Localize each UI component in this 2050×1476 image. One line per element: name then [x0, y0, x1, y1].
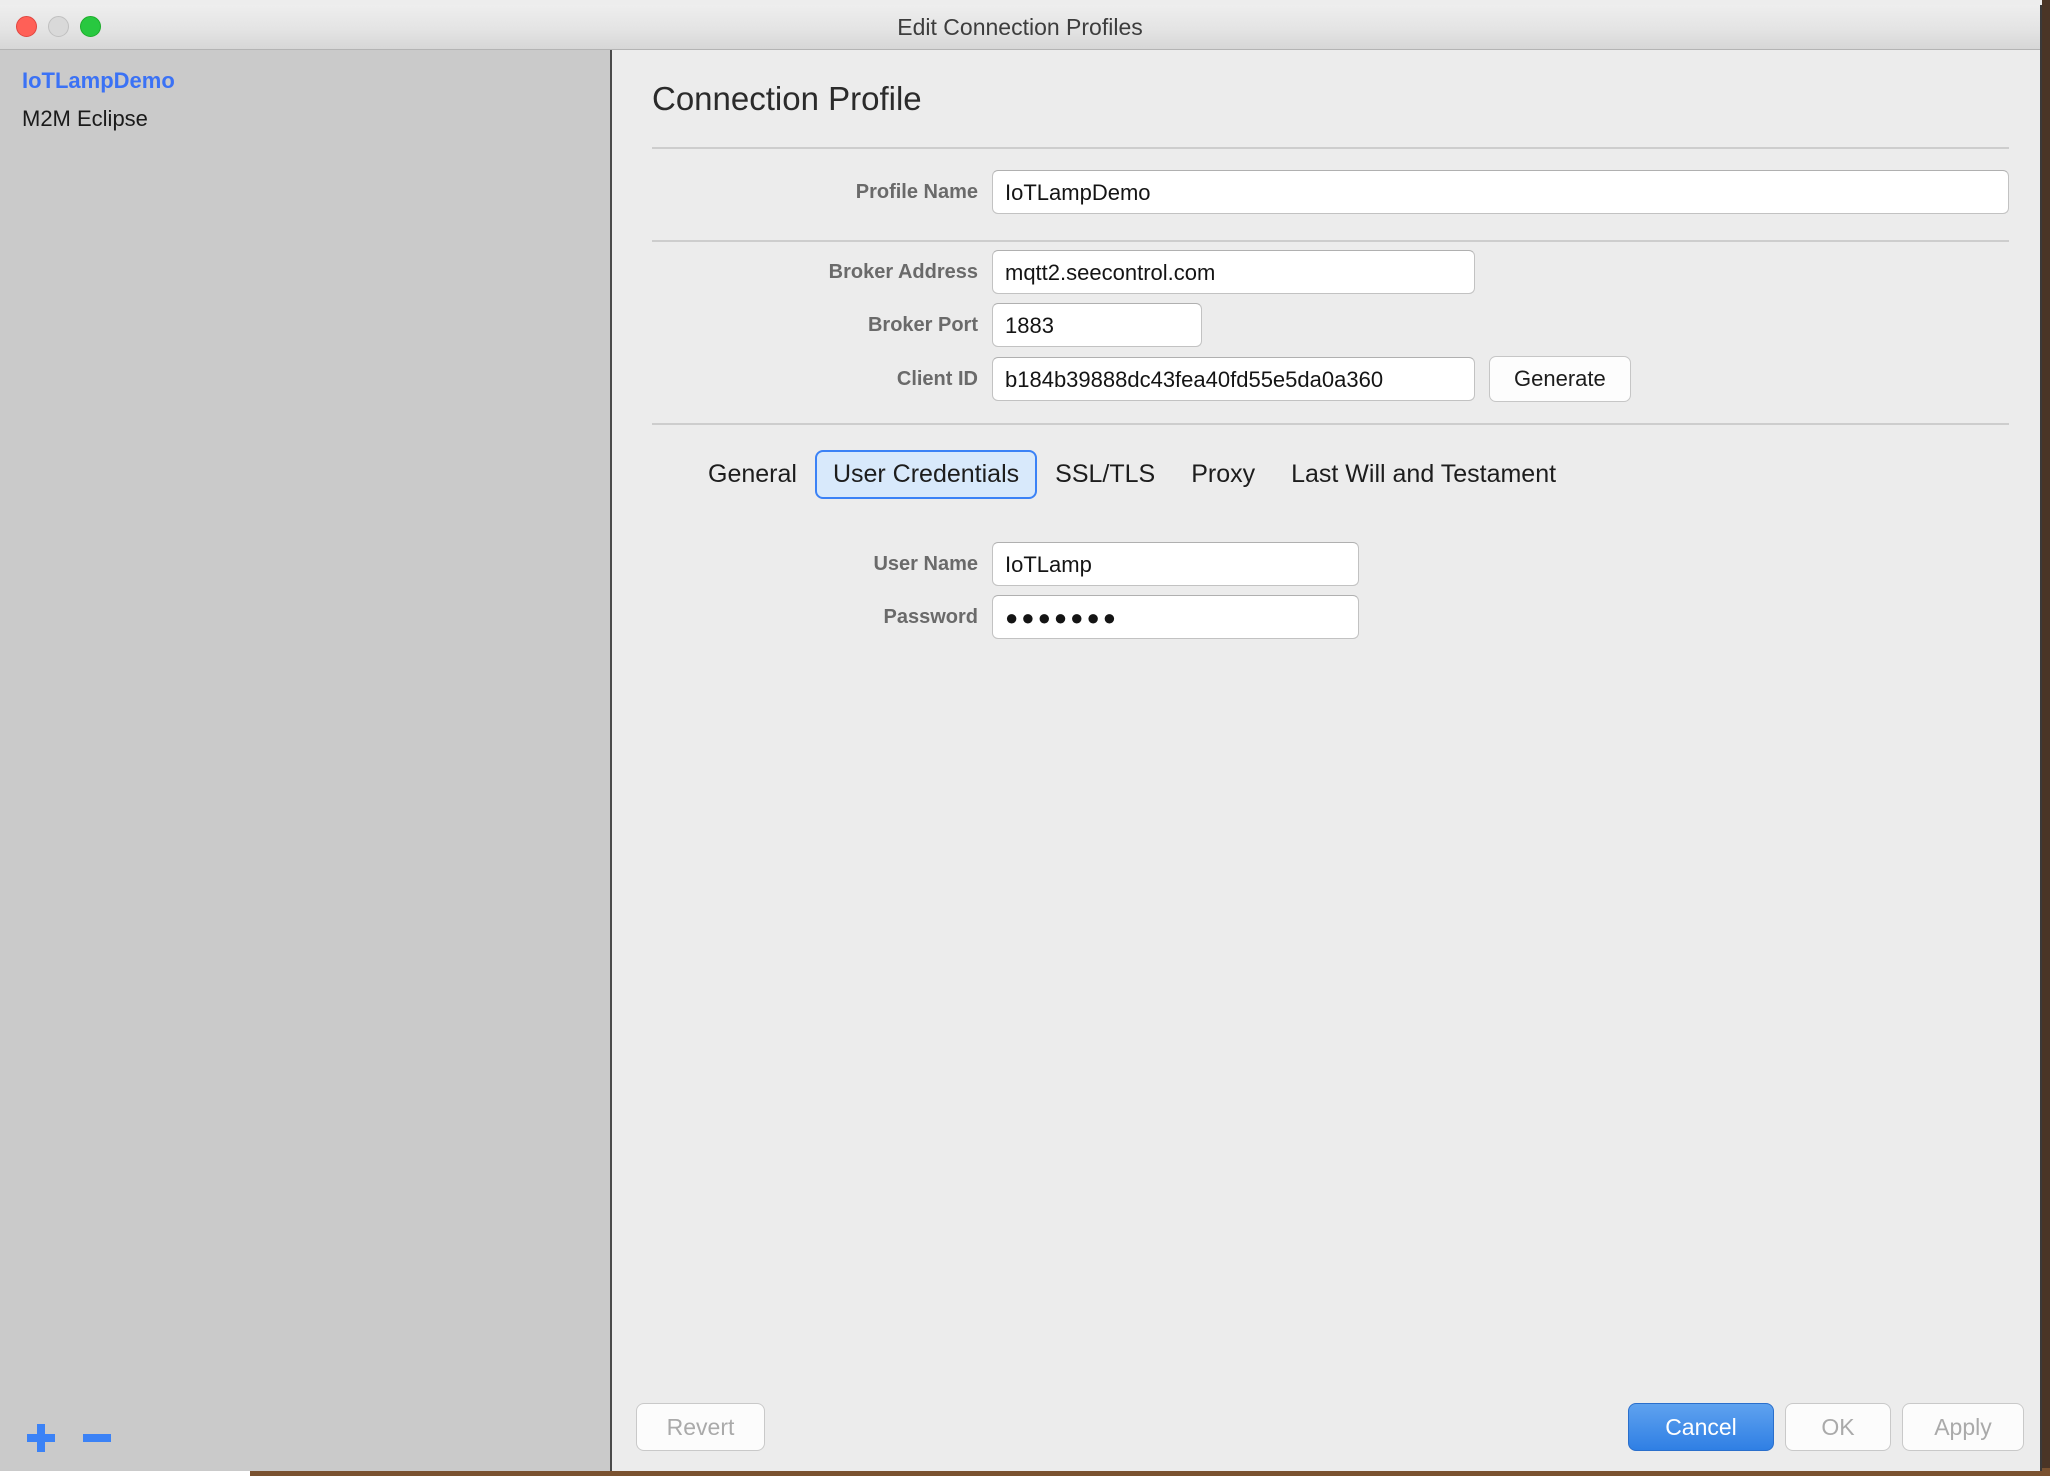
profile-detail-pane: Connection Profile Profile Name IoTLampD…	[612, 50, 2040, 1471]
apply-button[interactable]: Apply	[1902, 1403, 2024, 1451]
profiles-sidebar: IoTLampDemo M2M Eclipse	[0, 50, 612, 1471]
remove-profile-button[interactable]	[82, 1423, 112, 1453]
divider-under-title	[652, 147, 2009, 149]
broker-address-label: Broker Address	[828, 260, 978, 283]
minus-icon	[83, 1434, 111, 1442]
settings-tabbar: General User Credentials SSL/TLS Proxy L…	[690, 450, 1574, 499]
password-input[interactable]: ●●●●●●●	[992, 595, 1359, 639]
profile-item-label: M2M Eclipse	[22, 106, 148, 131]
add-profile-button[interactable]	[26, 1423, 56, 1453]
tab-ssl-tls[interactable]: SSL/TLS	[1037, 450, 1173, 499]
window-body: IoTLampDemo M2M Eclipse Connection Profi…	[0, 50, 2040, 1471]
user-name-row: User Name IoTLamp	[652, 542, 1359, 586]
broker-port-label: Broker Port	[867, 313, 978, 336]
profile-name-label: Profile Name	[855, 180, 978, 203]
profile-list: IoTLampDemo M2M Eclipse	[0, 50, 610, 138]
client-id-input[interactable]: b184b39888dc43fea40fd55e5da0a360	[992, 357, 1475, 401]
user-name-label: User Name	[873, 552, 978, 575]
tab-proxy[interactable]: Proxy	[1173, 450, 1273, 499]
tab-user-credentials[interactable]: User Credentials	[814, 450, 1038, 499]
revert-button[interactable]: Revert	[636, 1403, 765, 1451]
client-id-row: Client ID b184b39888dc43fea40fd55e5da0a3…	[652, 356, 1631, 402]
cancel-button[interactable]: Cancel	[1628, 1403, 1774, 1451]
broker-port-row: Broker Port 1883	[652, 303, 1202, 347]
tab-last-will-and-testament[interactable]: Last Will and Testament	[1273, 450, 1574, 499]
sidebar-item-m2m-eclipse[interactable]: M2M Eclipse	[0, 100, 610, 138]
section-title: Connection Profile	[652, 80, 922, 117]
tab-general[interactable]: General	[690, 450, 815, 499]
profile-item-label: IoTLampDemo	[22, 68, 175, 93]
password-row: Password ●●●●●●●	[652, 595, 1359, 639]
divider-under-broker-settings	[652, 423, 2009, 425]
dialog-footer: Revert Cancel OK Apply	[612, 1385, 2040, 1471]
broker-address-row: Broker Address mqtt2.seecontrol.com	[652, 250, 1475, 294]
generate-client-id-button[interactable]: Generate	[1489, 356, 1631, 402]
divider-under-profile-name	[652, 240, 2009, 242]
profile-name-input[interactable]: IoTLampDemo	[992, 170, 2009, 214]
ok-button[interactable]: OK	[1785, 1403, 1891, 1451]
plus-icon-vertical-bar	[37, 1424, 45, 1452]
user-name-input[interactable]: IoTLamp	[992, 542, 1359, 586]
password-label: Password	[883, 605, 978, 628]
client-id-label: Client ID	[896, 367, 978, 390]
sidebar-footer	[0, 1405, 610, 1471]
window-titlebar: Edit Connection Profiles	[0, 5, 2040, 50]
sidebar-item-iotlampdemo[interactable]: IoTLampDemo	[0, 62, 610, 100]
profile-name-row: Profile Name IoTLampDemo	[652, 170, 2009, 214]
background-window-right-edge	[2042, 0, 2050, 1476]
edit-connection-profiles-window: Edit Connection Profiles IoTLampDemo M2M…	[0, 5, 2042, 1471]
broker-address-input[interactable]: mqtt2.seecontrol.com	[992, 250, 1475, 294]
broker-port-input[interactable]: 1883	[992, 303, 1202, 347]
window-title: Edit Connection Profiles	[897, 14, 1143, 40]
